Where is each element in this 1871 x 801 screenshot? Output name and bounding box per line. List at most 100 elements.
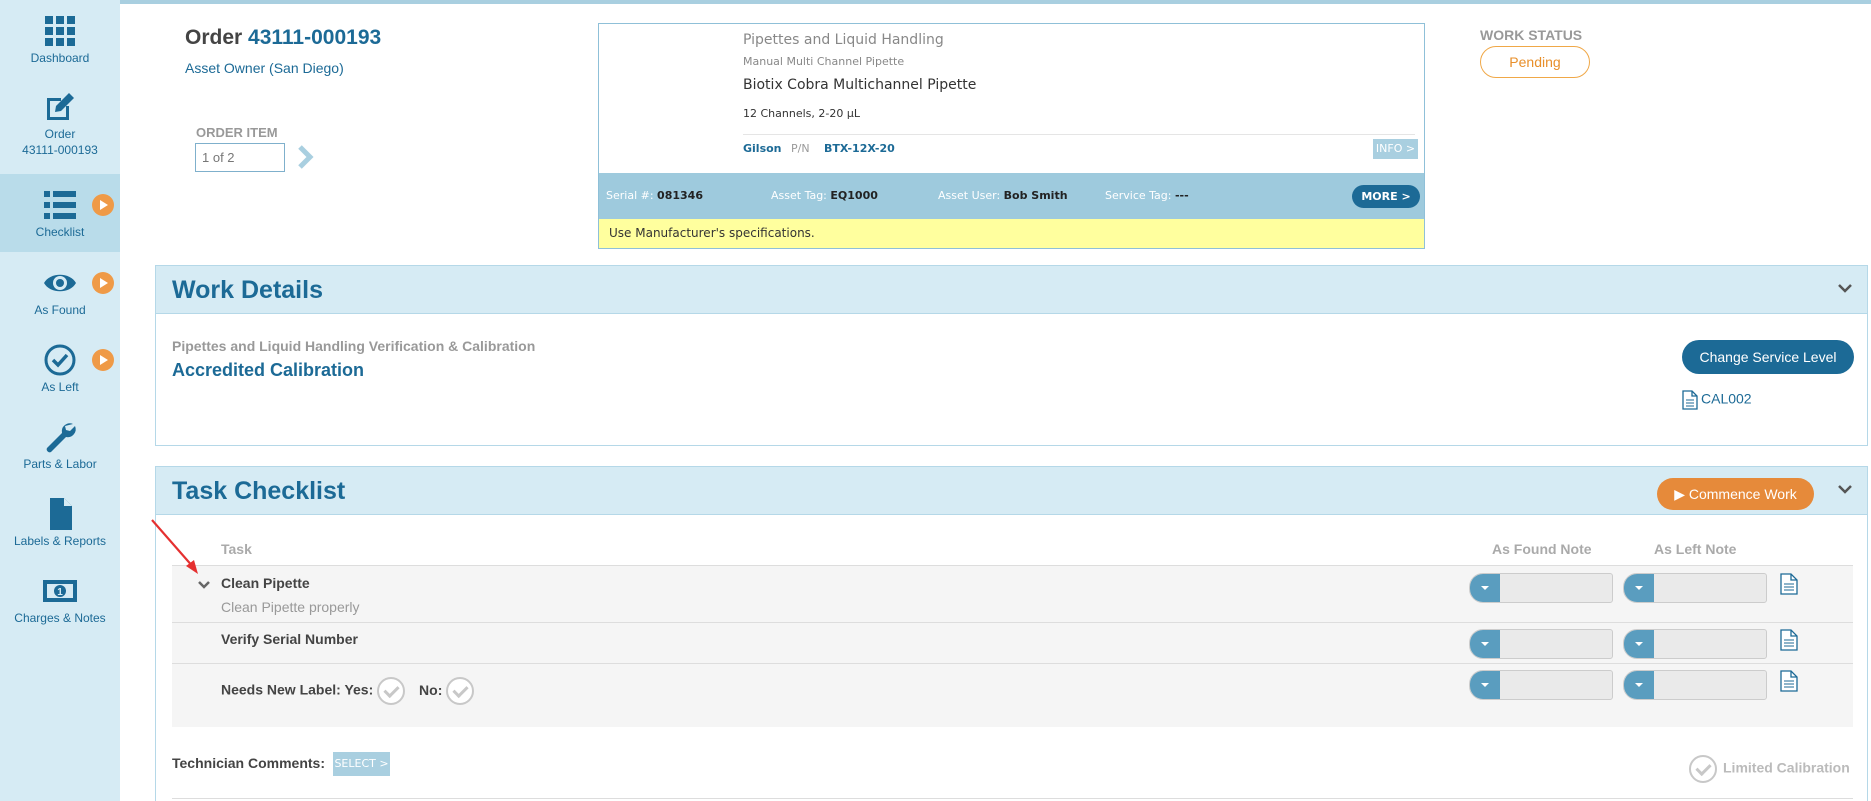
as-left-note-input[interactable]	[1623, 629, 1767, 659]
divider	[172, 622, 1853, 623]
select-comments-button[interactable]: SELECT >	[333, 752, 390, 776]
chevron-down-icon[interactable]	[1835, 479, 1855, 499]
asset-spec: 12 Channels, 2-20 µL	[743, 107, 860, 120]
limited-calibration-toggle[interactable]: Limited Calibration	[1689, 755, 1850, 783]
asset-tag-label: Asset Tag:	[771, 189, 827, 202]
asset-name: Biotix Cobra Multichannel Pipette	[743, 77, 977, 93]
sidebar-item-label: Charges & Notes	[14, 611, 106, 625]
play-icon[interactable]	[92, 272, 114, 294]
serial-value: 081346	[657, 189, 703, 202]
status-badge: Pending	[1480, 46, 1590, 78]
column-header-as-left-note: As Left Note	[1654, 541, 1737, 557]
service-level: Accredited Calibration	[172, 360, 365, 380]
order-item-label: ORDER ITEM	[196, 125, 278, 140]
asset-meta-bar: Serial #: 081346 Asset Tag: EQ1000 Asset…	[599, 173, 1424, 219]
asset-tag-value: EQ1000	[830, 189, 878, 202]
asset-category: Pipettes and Liquid Handling	[743, 32, 944, 48]
limited-calibration-label: Limited Calibration	[1723, 759, 1850, 776]
divider	[172, 565, 1853, 566]
order-item-input[interactable]	[195, 143, 285, 172]
sidebar-item-parts-labor[interactable]: Parts & Labor	[0, 420, 120, 480]
as-found-note-input[interactable]	[1469, 670, 1613, 700]
service-tag-field: Service Tag: ---	[1105, 189, 1189, 202]
document-icon[interactable]	[1780, 670, 1798, 692]
sidebar-item-label: Checklist	[35, 225, 85, 239]
divider	[172, 798, 1853, 799]
sidebar-item-charges-notes[interactable]: 1 Charges & Notes	[0, 574, 120, 634]
chevron-right-icon[interactable]	[294, 144, 318, 170]
asset-tag-field: Asset Tag: EQ1000	[771, 189, 878, 202]
play-icon[interactable]	[92, 194, 114, 216]
sidebar: Dashboard Order 43111-000193 Checklist A…	[0, 0, 120, 801]
more-button[interactable]: MORE >	[1352, 185, 1420, 208]
work-status-label: WORK STATUS	[1480, 27, 1583, 43]
part-number: BTX-12X-20	[824, 142, 895, 155]
task-title: Verify Serial Number	[221, 631, 358, 647]
sidebar-item-as-found[interactable]: As Found	[0, 266, 120, 326]
panel-title: Work Details	[172, 276, 323, 304]
top-border	[0, 0, 1871, 4]
eye-icon	[44, 274, 76, 292]
check-icon[interactable]	[1689, 755, 1717, 783]
money-icon: 1	[43, 580, 77, 602]
sidebar-item-label: Labels & Reports	[13, 534, 107, 548]
asset-user-field: Asset User: Bob Smith	[938, 189, 1068, 202]
dropdown-icon[interactable]	[1470, 574, 1500, 602]
annotation-arrow-icon	[151, 519, 198, 574]
document-icon	[50, 498, 72, 530]
wrench-icon	[46, 423, 76, 453]
asset-user-label: Asset User:	[938, 189, 1001, 202]
yes-check-icon[interactable]	[377, 677, 406, 705]
panel-header[interactable]: Work Details	[156, 266, 1867, 314]
edit-icon	[47, 93, 74, 120]
svg-text:1: 1	[57, 587, 63, 598]
sidebar-item-as-left[interactable]: As Left	[0, 343, 120, 403]
dropdown-icon[interactable]	[1624, 671, 1654, 699]
play-icon[interactable]	[92, 349, 114, 371]
part-number-label: P/N	[791, 142, 810, 155]
procedure-link-label: CAL002	[1701, 390, 1752, 407]
column-header-task: Task	[221, 541, 252, 557]
column-header-as-found-note: As Found Note	[1492, 541, 1592, 557]
no-label: No:	[419, 681, 443, 698]
sidebar-item-order[interactable]: Order 43111-000193	[0, 90, 120, 166]
asset-note: Use Manufacturer's specifications.	[599, 219, 1424, 248]
dropdown-icon[interactable]	[1624, 574, 1654, 602]
dropdown-icon[interactable]	[1470, 671, 1500, 699]
info-button[interactable]: INFO >	[1373, 139, 1418, 159]
sidebar-item-checklist[interactable]: Checklist	[0, 174, 120, 252]
work-details-panel: Work Details Pipettes and Liquid Handlin…	[155, 265, 1868, 446]
procedure-link[interactable]: CAL002	[1682, 390, 1752, 410]
service-tag-value: ---	[1174, 189, 1189, 202]
asset-card: Pipettes and Liquid Handling Manual Mult…	[598, 23, 1425, 249]
serial-field: Serial #: 081346	[606, 189, 703, 202]
dropdown-icon[interactable]	[1624, 630, 1654, 658]
as-found-note-input[interactable]	[1469, 573, 1613, 603]
document-icon[interactable]	[1780, 573, 1798, 595]
serial-label: Serial #:	[606, 189, 654, 202]
check-circle-icon	[44, 344, 76, 376]
sidebar-item-label: Parts & Labor	[23, 457, 97, 471]
commence-work-button[interactable]: ▶ Commence Work	[1657, 478, 1814, 510]
as-left-note-input[interactable]	[1623, 670, 1767, 700]
sidebar-item-labels-reports[interactable]: Labels & Reports	[0, 497, 120, 557]
document-icon	[1682, 390, 1698, 410]
no-check-icon[interactable]	[446, 677, 475, 705]
sidebar-item-label: As Left	[41, 380, 79, 394]
order-prefix: Order	[185, 26, 243, 49]
needs-new-label-question: Needs New Label: Yes:	[221, 681, 374, 698]
change-service-level-button[interactable]: Change Service Level	[1682, 340, 1854, 374]
dropdown-icon[interactable]	[1470, 630, 1500, 658]
asset-subcategory: Manual Multi Channel Pipette	[743, 55, 905, 68]
as-left-note-input[interactable]	[1623, 573, 1767, 603]
panel-header[interactable]: Task Checklist ▶ Commence Work	[156, 467, 1867, 515]
service-type: Pipettes and Liquid Handling Verificatio…	[172, 338, 536, 354]
task-checklist-panel: Task Checklist ▶ Commence Work Task As F…	[155, 466, 1868, 801]
chevron-down-icon[interactable]	[1835, 278, 1855, 298]
sidebar-item-dashboard[interactable]: Dashboard	[0, 14, 120, 74]
technician-comments-label: Technician Comments:	[172, 755, 325, 771]
as-found-note-input[interactable]	[1469, 629, 1613, 659]
document-icon[interactable]	[1780, 629, 1798, 651]
asset-owner-link[interactable]: Asset Owner (San Diego)	[185, 60, 344, 76]
order-title: Order 43111-000193	[185, 26, 381, 50]
